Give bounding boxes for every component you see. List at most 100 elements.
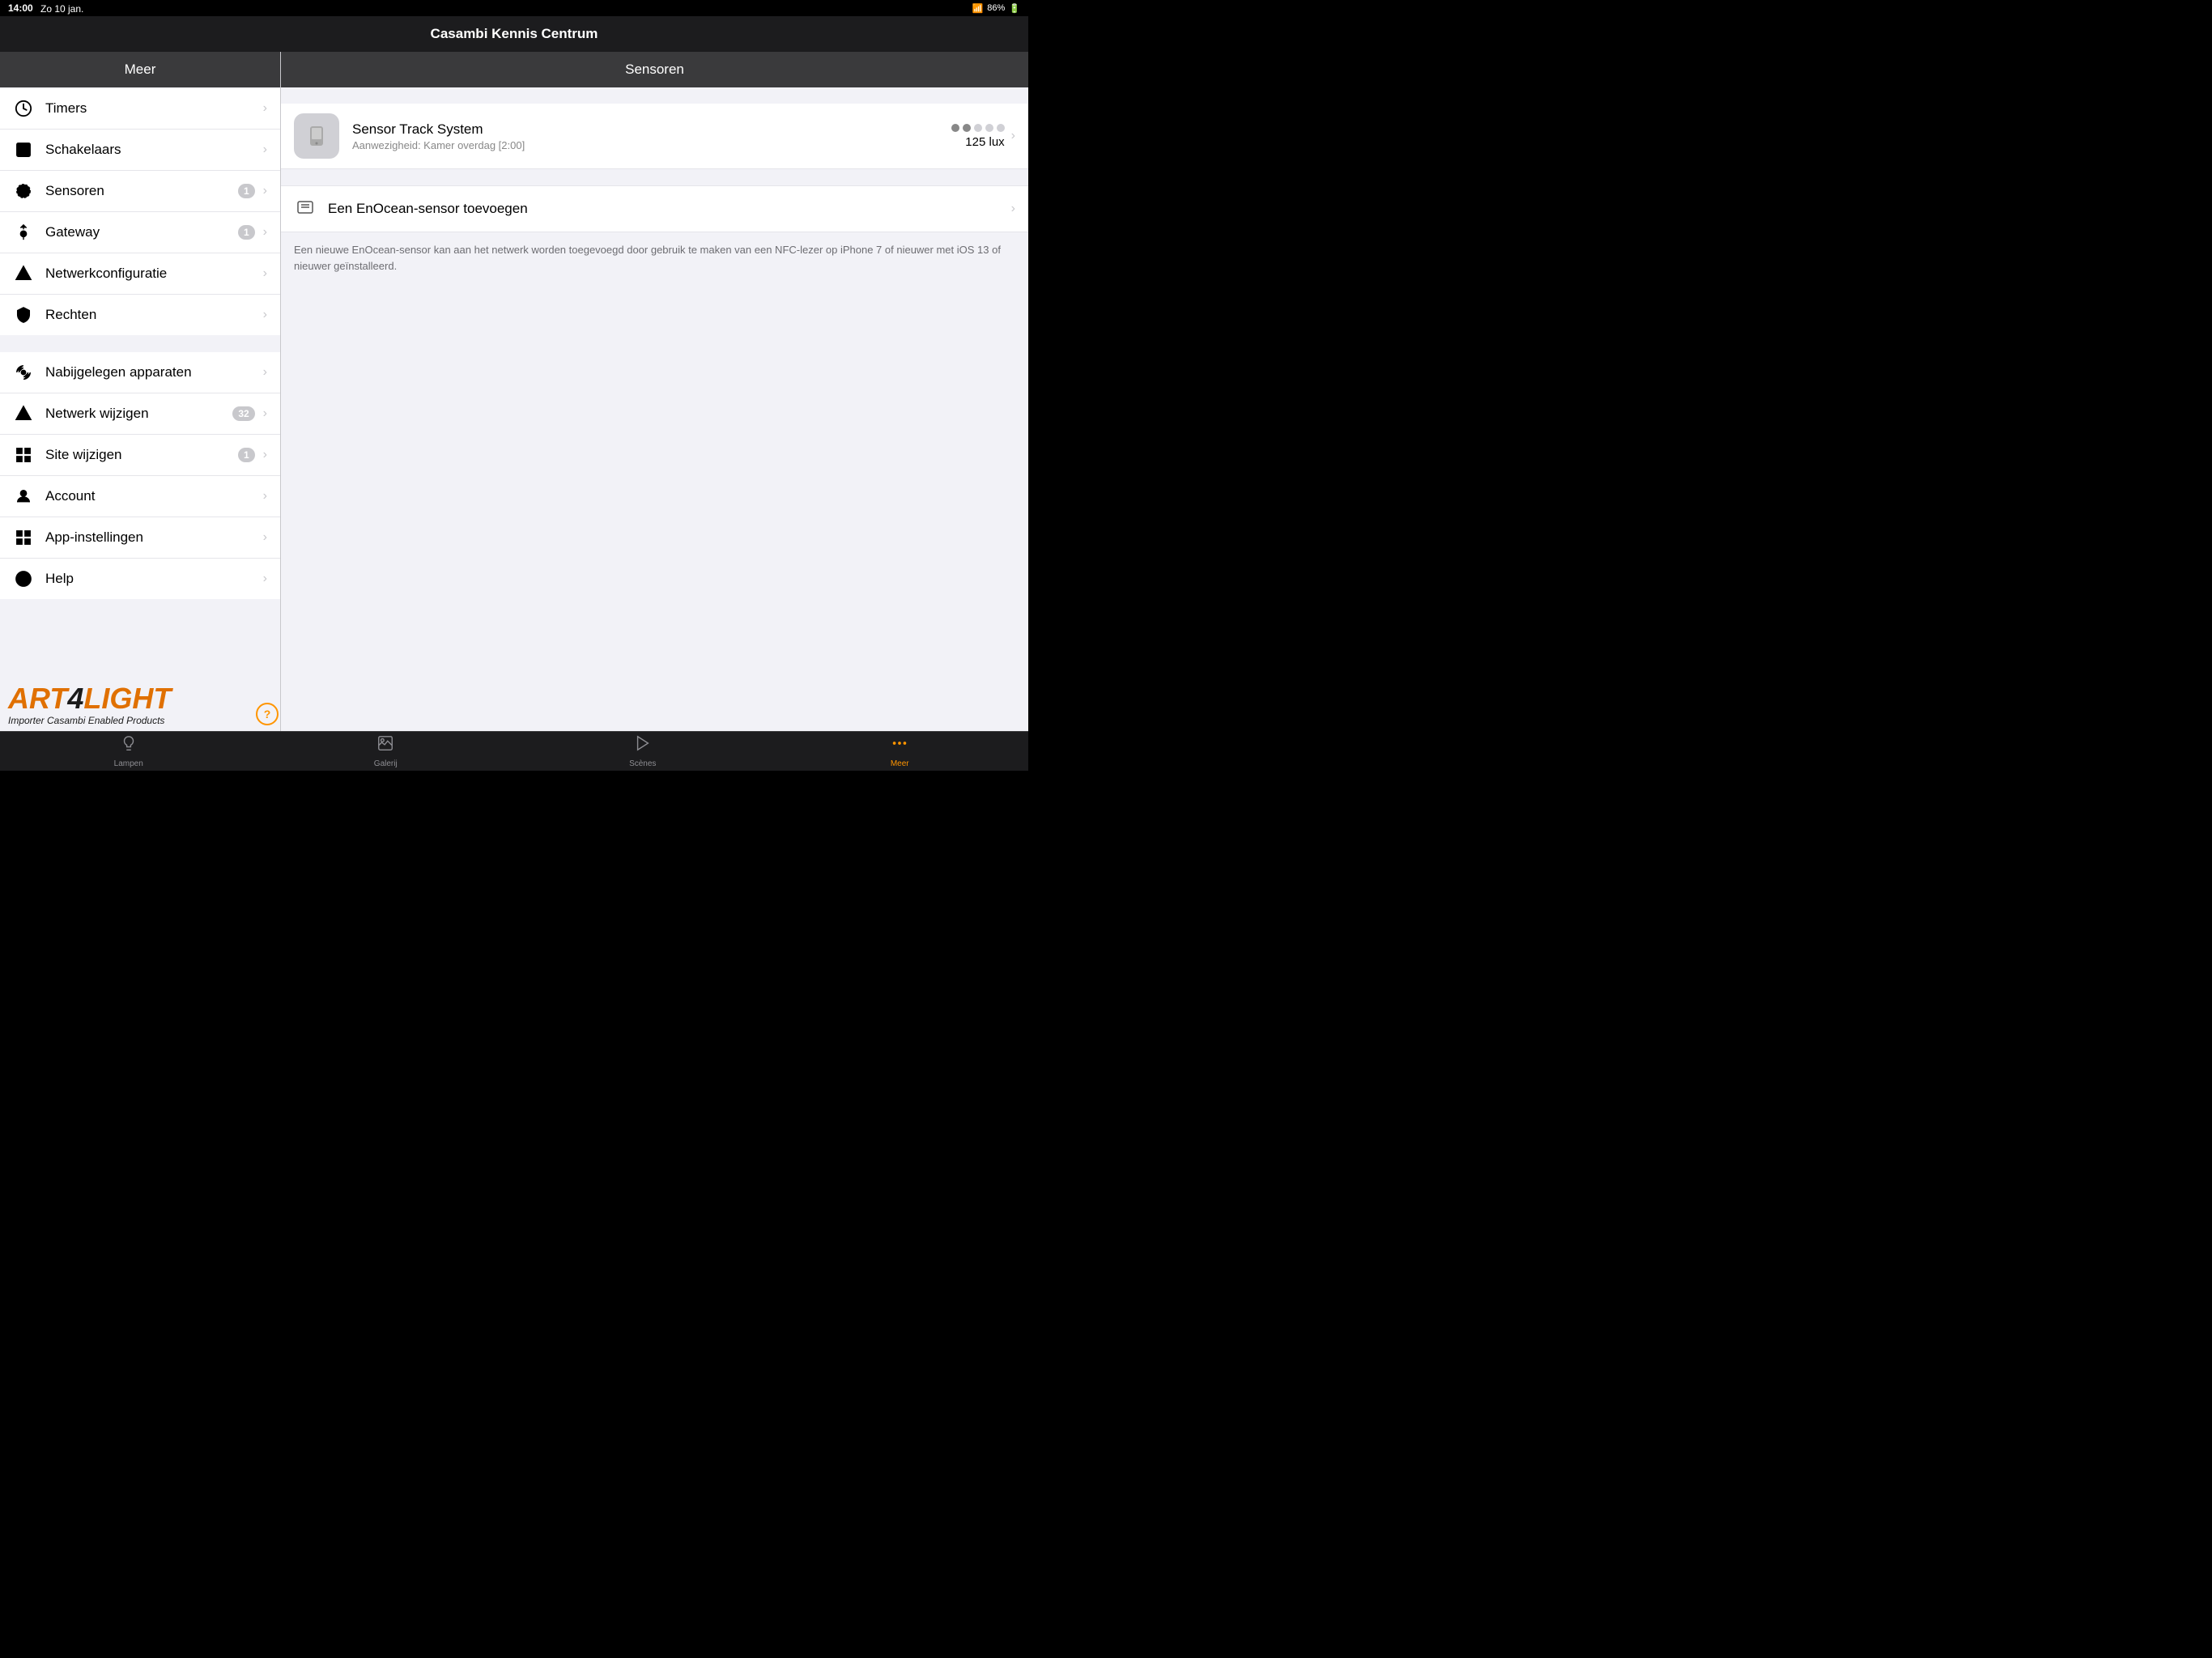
site-change-icon <box>13 444 34 466</box>
wifi-icon: 📶 <box>972 3 984 14</box>
sidebar-label-help: Help <box>45 571 260 587</box>
scenes-icon <box>634 734 652 757</box>
chevron-rechten: › <box>263 308 267 322</box>
sidebar-label-rechten: Rechten <box>45 307 260 323</box>
status-day: Zo 10 jan. <box>40 3 83 15</box>
sensor-right: 125 lux <box>951 124 1005 149</box>
status-time: 14:00 <box>8 2 33 14</box>
sidebar-label-gateway: Gateway <box>45 224 238 240</box>
nearby-icon <box>13 362 34 383</box>
sensor-sub: Aanwezigheid: Kamer overdag [2:00] <box>352 139 951 151</box>
chevron-netwerkconfiguratie: › <box>263 266 267 281</box>
sensor-device-icon <box>294 113 339 159</box>
badge-gateway: 1 <box>238 225 255 240</box>
sidebar-label-account: Account <box>45 488 260 504</box>
sensor-dot-5 <box>997 124 1005 132</box>
switch-icon <box>13 139 34 160</box>
sidebar-item-schakelaars[interactable]: Schakelaars › <box>0 130 280 171</box>
chevron-gateway: › <box>263 225 267 240</box>
enocean-icon-svg <box>296 199 315 219</box>
sidebar-item-nabijgelegen[interactable]: Nabijgelegen apparaten › <box>0 352 280 393</box>
add-sensor-section: Een EnOcean-sensor toevoegen › Een nieuw… <box>281 169 1028 283</box>
sidebar: Meer Timers › Schakelaars › <box>0 52 281 731</box>
title-bar: Casambi Kennis Centrum <box>0 16 1028 52</box>
sensor-device-svg <box>302 121 331 151</box>
chevron-sensoren: › <box>263 184 267 198</box>
rights-icon <box>13 304 34 325</box>
more-icon <box>891 734 908 757</box>
chevron-account: › <box>263 489 267 504</box>
sidebar-label-netwerk-wijzigen: Netwerk wijzigen <box>45 406 232 422</box>
sidebar-item-site-wijzigen[interactable]: Site wijzigen 1 › <box>0 435 280 476</box>
app-settings-icon <box>13 527 34 548</box>
tab-label-galerij: Galerij <box>374 759 398 768</box>
sidebar-header: Meer <box>0 52 280 87</box>
sensor-dots <box>951 124 1005 132</box>
sensor-card[interactable]: Sensor Track System Aanwezigheid: Kamer … <box>281 104 1028 169</box>
chevron-help: › <box>263 572 267 586</box>
network-config-icon <box>13 263 34 284</box>
gateway-icon <box>13 222 34 243</box>
sensor-name: Sensor Track System <box>352 121 951 138</box>
lamp-icon <box>120 734 138 757</box>
tab-label-meer: Meer <box>891 759 909 768</box>
sensor-info: Sensor Track System Aanwezigheid: Kamer … <box>352 121 951 151</box>
chevron-schakelaars: › <box>263 142 267 157</box>
add-sensor-label: Een EnOcean-sensor toevoegen <box>328 201 1011 217</box>
add-sensor-chevron: › <box>1011 202 1015 216</box>
sensor-icon <box>13 181 34 202</box>
chevron-site-wijzigen: › <box>263 448 267 462</box>
svg-text:i: i <box>21 574 23 585</box>
badge-site-wijzigen: 1 <box>238 448 255 462</box>
help-button[interactable]: ? <box>256 703 279 725</box>
sidebar-label-nabijgelegen: Nabijgelegen apparaten <box>45 364 260 380</box>
sensor-chevron: › <box>1011 129 1015 143</box>
tab-label-scenes: Scènes <box>629 759 656 768</box>
sidebar-item-help[interactable]: i Help › <box>0 559 280 599</box>
clock-icon <box>13 98 34 119</box>
chevron-app-instellingen: › <box>263 530 267 545</box>
right-panel-spacer <box>281 87 1028 104</box>
status-indicators: 📶 86% 🔋 <box>972 3 1020 14</box>
sidebar-label-app-instellingen: App-instellingen <box>45 529 260 546</box>
sidebar-label-schakelaars: Schakelaars <box>45 142 260 158</box>
badge-sensoren: 1 <box>238 184 255 198</box>
main-layout: Meer Timers › Schakelaars › <box>0 52 1028 731</box>
sensor-dot-3 <box>974 124 982 132</box>
add-sensor-description: Een nieuwe EnOcean-sensor kan aan het ne… <box>281 232 1028 283</box>
battery-indicator: 86% <box>987 3 1005 13</box>
battery-icon: 🔋 <box>1009 3 1020 14</box>
sidebar-item-account[interactable]: Account › <box>0 476 280 517</box>
tab-label-lampen: Lampen <box>114 759 143 768</box>
tab-scenes[interactable]: Scènes <box>514 729 772 773</box>
add-sensor-row[interactable]: Een EnOcean-sensor toevoegen › <box>281 185 1028 232</box>
sidebar-item-timers[interactable]: Timers › <box>0 88 280 130</box>
right-panel: Sensoren Sensor Track System Aanwezighei… <box>281 52 1028 731</box>
sidebar-item-sensoren[interactable]: Sensoren 1 › <box>0 171 280 212</box>
sidebar-group-1: Timers › Schakelaars › Sensoren 1 › <box>0 88 280 335</box>
tab-lampen[interactable]: Lampen <box>0 729 257 773</box>
tab-meer[interactable]: Meer <box>772 729 1029 773</box>
sidebar-item-rechten[interactable]: Rechten › <box>0 295 280 335</box>
network-change-icon <box>13 403 34 424</box>
badge-netwerk-wijzigen: 32 <box>232 406 254 421</box>
help-info-icon: i <box>13 568 34 589</box>
sidebar-spacer-1 <box>0 335 280 351</box>
sensor-dot-1 <box>951 124 959 132</box>
sidebar-item-netwerk-wijzigen[interactable]: Netwerk wijzigen 32 › <box>0 393 280 435</box>
app-title: Casambi Kennis Centrum <box>431 26 598 42</box>
sidebar-label-timers: Timers <box>45 100 260 117</box>
chevron-timers: › <box>263 101 267 116</box>
tab-galerij[interactable]: Galerij <box>257 729 515 773</box>
add-sensor-icon <box>294 198 317 220</box>
sidebar-item-app-instellingen[interactable]: App-instellingen › <box>0 517 280 559</box>
sidebar-item-netwerkconfiguratie[interactable]: Netwerkconfiguratie › <box>0 253 280 295</box>
sensor-dot-4 <box>985 124 993 132</box>
sidebar-item-gateway[interactable]: Gateway 1 › <box>0 212 280 253</box>
tab-bar: Lampen Galerij Scènes Meer <box>0 731 1028 771</box>
sidebar-group-2: Nabijgelegen apparaten › Netwerk wijzige… <box>0 352 280 599</box>
right-panel-header: Sensoren <box>281 52 1028 87</box>
status-bar: 14:00 Zo 10 jan. 📶 86% 🔋 <box>0 0 1028 16</box>
account-icon <box>13 486 34 507</box>
sensor-lux: 125 lux <box>965 135 1004 149</box>
